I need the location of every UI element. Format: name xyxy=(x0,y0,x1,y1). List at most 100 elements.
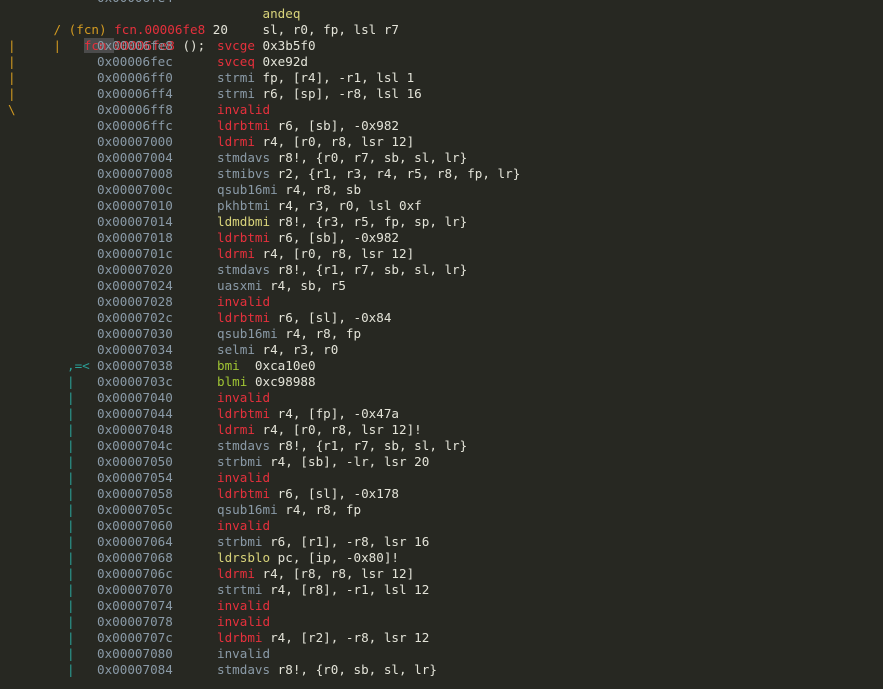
instruction-row[interactable]: | 0x00006ff0 strmi fp, [r4], -r1, lsl 1 xyxy=(0,70,883,86)
instruction-text: ldrbtmi r6, [sb], -0x982 xyxy=(217,230,399,246)
instruction-mnemonic: stmdavs xyxy=(217,438,271,453)
instruction-operands: r8!, {r0, r7, sb, sl, lr} xyxy=(277,150,468,165)
instruction-row[interactable]: | 0x00007074 invalid xyxy=(0,598,883,614)
instruction-operands: r6, [sb], -0x982 xyxy=(277,230,399,245)
instruction-operands: r4, r3, r0, lsl 0xf xyxy=(277,198,422,213)
instruction-text: ldrbtmi r6, [sl], -0x178 xyxy=(217,486,399,502)
instruction-row[interactable]: | 0x00007068 ldrsblo pc, [ip, -0x80]! xyxy=(0,550,883,566)
instruction-address: 0x00006ffc xyxy=(97,118,173,133)
flow-gutter: | xyxy=(67,374,75,389)
instruction-address: 0x00007034 xyxy=(97,342,173,357)
instruction-operands: r4, [r0, r8, lsr 12] xyxy=(262,134,415,149)
flow-gutter: | xyxy=(67,454,75,469)
instruction-row[interactable]: | 0x00007060 invalid xyxy=(0,518,883,534)
instruction-row[interactable]: 0x0000702c ldrbtmi r6, [sl], -0x84 xyxy=(0,310,883,326)
instruction-mnemonic: stmdavs xyxy=(217,262,271,277)
instruction-row[interactable]: 0x00007020 stmdavs r8!, {r1, r7, sb, sl, … xyxy=(0,262,883,278)
instruction-row[interactable]: | 0x00007078 invalid xyxy=(0,614,883,630)
instruction-row[interactable]: | 0x00007070 strtmi r4, [r8], -r1, lsl 12 xyxy=(0,582,883,598)
instruction-row[interactable]: 0x0000700c qsub16mi r4, r8, sb xyxy=(0,182,883,198)
instruction-row[interactable]: 0x00007010 pkhbtmi r4, r3, r0, lsl 0xf xyxy=(0,198,883,214)
instruction-text: ldrmi r4, [r0, r8, lsr 12] xyxy=(217,134,414,150)
instruction-address: 0x00007050 xyxy=(97,454,173,469)
flow-gutter: | xyxy=(67,582,75,597)
instruction-row[interactable]: | 0x0000706c ldrmi r4, [r8, r8, lsr 12] xyxy=(0,566,883,582)
instruction-row[interactable]: 0x00007004 stmdavs r8!, {r0, r7, sb, sl, … xyxy=(0,150,883,166)
instruction-operands: r4, [r2], -r8, lsr 12 xyxy=(270,630,430,645)
instruction-row[interactable]: 0x00007000 ldrmi r4, [r0, r8, lsr 12] xyxy=(0,134,883,150)
flow-gutter: | xyxy=(67,646,75,661)
instruction-address: 0x00007060 xyxy=(97,518,173,533)
instruction-address: 0x00006fe8 xyxy=(97,38,173,53)
instruction-row[interactable]: | 0x00007044 ldrbtmi r4, [fp], -0x47a xyxy=(0,406,883,422)
instruction-row[interactable]: | 0x00007054 invalid xyxy=(0,470,883,486)
instruction-text: invalid xyxy=(217,598,270,614)
instruction-row[interactable]: 0x00007028 invalid xyxy=(0,294,883,310)
instruction-row[interactable]: 0x0000701c ldrmi r4, [r0, r8, lsr 12] xyxy=(0,246,883,262)
instruction-row[interactable]: | 0x00006fec svceq 0xe92d xyxy=(0,54,883,70)
instruction-text: invalid xyxy=(217,102,270,118)
instruction-address: 0x00007058 xyxy=(97,486,173,501)
instruction-operands: r8!, {r0, sb, sl, lr} xyxy=(277,662,437,677)
flow-gutter: | xyxy=(67,550,75,565)
instruction-mnemonic: ldrbtmi xyxy=(217,486,271,501)
instruction-operands: r6, [sl], -0x178 xyxy=(277,486,399,501)
instruction-row[interactable]: 0x00007024 uasxmi r4, sb, r5 xyxy=(0,278,883,294)
instruction-list: | 0x00006fe8 svcge 0x3b5f0 | 0x00006fec svceq… xyxy=(0,38,883,678)
instruction-text: qsub16mi r4, r8, fp xyxy=(217,326,361,342)
instruction-row[interactable]: | 0x00007058 ldrbtmi r6, [sl], -0x178 xyxy=(0,486,883,502)
instruction-row[interactable]: | 0x0000703c blmi 0xc98988 xyxy=(0,374,883,390)
instruction-address: 0x0000702c xyxy=(97,310,173,325)
instruction-row[interactable]: \ 0x00006ff8 invalid xyxy=(0,102,883,118)
instruction-text: ldrmi r4, [r8, r8, lsr 12] xyxy=(217,566,414,582)
instruction-row[interactable]: 0x00007034 selmi r4, r3, r0 xyxy=(0,342,883,358)
instruction-row[interactable]: | 0x0000705c qsub16mi r4, r8, fp xyxy=(0,502,883,518)
instruction-row[interactable]: | 0x0000707c ldrbmi r4, [r2], -r8, lsr 12 xyxy=(0,630,883,646)
instruction-address: 0x00007048 xyxy=(97,422,173,437)
instruction-row[interactable]: | 0x00007050 strbmi r4, [sb], -lr, lsr 20 xyxy=(0,454,883,470)
instruction-mnemonic: strmi xyxy=(217,70,255,85)
instruction-mnemonic: invalid xyxy=(217,614,271,629)
instruction-row[interactable]: 0x00007014 ldmdbmi r8!, {r3, r5, fp, sp, … xyxy=(0,214,883,230)
instruction-row[interactable]: | 0x00007040 invalid xyxy=(0,390,883,406)
instruction-operands: 0xe92d xyxy=(262,54,309,69)
instruction-row[interactable]: | 0x00007084 stmdavs r8!, {r0, sb, sl, lr} xyxy=(0,662,883,678)
instruction-operands: r4, r3, r0 xyxy=(262,342,339,357)
instruction-text: invalid xyxy=(217,470,270,486)
instruction-text: ldrbtmi r6, [sl], -0x84 xyxy=(217,310,391,326)
flow-gutter: | xyxy=(8,38,16,53)
instruction-text: invalid xyxy=(217,518,270,534)
instruction-row[interactable]: 0x00007030 qsub16mi r4, r8, fp xyxy=(0,326,883,342)
instruction-operands: r4, r8, sb xyxy=(285,182,362,197)
instruction-text: stmdavs r8!, {r1, r7, sb, sl, lr} xyxy=(217,262,467,278)
instruction-address: 0x0000705c xyxy=(97,502,173,517)
function-call-line[interactable]: | fcn.00006fe8 (); xyxy=(0,22,883,53)
function-header[interactable]: / (fcn) fcn.00006fe8 20 xyxy=(0,6,883,37)
instruction-row[interactable]: 0x00007018 ldrbtmi r6, [sb], -0x982 xyxy=(0,230,883,246)
instruction-mnemonic: stmdavs xyxy=(217,150,271,165)
instruction-row[interactable]: | 0x00006fe8 svcge 0x3b5f0 xyxy=(0,38,883,54)
instruction-row[interactable]: 0x00007008 stmibvs r2, {r1, r3, r4, r5, r… xyxy=(0,166,883,182)
instruction-address: 0x00007080 xyxy=(97,646,173,661)
instruction-row[interactable]: | 0x00007064 strbmi r6, [r1], -r8, lsr 16 xyxy=(0,534,883,550)
instruction-mnemonic: ldrsblo xyxy=(217,550,271,565)
instruction-row[interactable]: 0x00006ffc ldrbtmi r6, [sb], -0x982 xyxy=(0,118,883,134)
instruction-operands: 0x3b5f0 xyxy=(262,38,316,53)
flow-gutter: | xyxy=(67,390,75,405)
flow-gutter: | xyxy=(67,438,75,453)
instruction-text: strmi fp, [r4], -r1, lsl 1 xyxy=(217,70,414,86)
instruction-row[interactable]: | 0x00006ff4 strmi r6, [sp], -r8, lsl 16 xyxy=(0,86,883,102)
instruction-mnemonic: strbmi xyxy=(217,454,263,469)
instruction-row[interactable]: | 0x00007048 ldrmi r4, [r0, r8, lsr 12]! xyxy=(0,422,883,438)
instruction-address: 0x00007000 xyxy=(97,134,173,149)
instruction-row[interactable]: | 0x0000704c stmdavs r8!, {r1, r7, sb, sl,… xyxy=(0,438,883,454)
instruction-address: 0x00007074 xyxy=(97,598,173,613)
instruction-text: strbmi r4, [sb], -lr, lsr 20 xyxy=(217,454,429,470)
instruction-text: svceq 0xe92d xyxy=(217,54,308,70)
instruction-text: pkhbtmi r4, r3, r0, lsl 0xf xyxy=(217,198,422,214)
flow-gutter: \ xyxy=(8,102,16,117)
instruction-text: ldrbtmi r6, [sb], -0x982 xyxy=(217,118,399,134)
instruction-text: qsub16mi r4, r8, fp xyxy=(217,502,361,518)
instruction-row[interactable]: | 0x00007080 invalid xyxy=(0,646,883,662)
instruction-row[interactable]: ,=< 0x00007038 bmi 0xca10e0 xyxy=(0,358,883,374)
